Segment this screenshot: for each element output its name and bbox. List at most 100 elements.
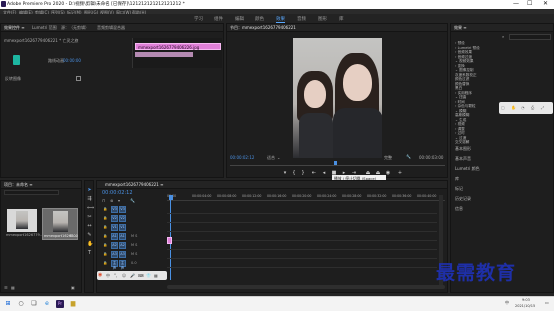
mini-timeline-clip[interactable]: mmexport1626779406226.jpg (135, 43, 221, 50)
toolbar-icon-2[interactable]: ✋ (511, 105, 516, 110)
wrench-icon[interactable]: 🔧 (406, 154, 411, 159)
invert-checkbox[interactable] (76, 76, 81, 81)
track-target-toggle[interactable]: V3 (111, 206, 118, 213)
toolbar-icon-4[interactable]: ⎙ (531, 105, 534, 110)
workspace-audio[interactable]: 音频 (297, 16, 306, 22)
quality-dropdown[interactable]: 完整 (384, 155, 392, 161)
ime-language[interactable]: 中 (505, 300, 509, 306)
tab-sequence[interactable]: mmexport1626779406221 ≡ (105, 182, 163, 187)
track-controls-label[interactable]: M S (131, 252, 137, 256)
tab-effect-controls[interactable]: 效果控件 ≡ (4, 25, 25, 31)
timeline-scrollbar[interactable] (167, 285, 445, 289)
linked-selection-icon[interactable]: ⊗ (110, 198, 113, 203)
fit-dropdown[interactable]: 适合 (267, 155, 275, 161)
track-lock-icon[interactable]: 🔒 (103, 234, 107, 238)
ime-grid-icon[interactable]: ▦ (154, 273, 158, 278)
add-marker-icon[interactable]: ▾ (282, 170, 288, 176)
clock-time[interactable]: 9:03 (522, 298, 530, 302)
track-lock-icon[interactable]: 🔒 (103, 252, 107, 256)
tab-program[interactable]: 节目：mmexport1626779406221 (230, 25, 296, 31)
premiere-taskbar-icon[interactable]: Pr (56, 300, 64, 308)
program-timecode-left[interactable]: 00:00:02:12 (230, 155, 254, 160)
explorer-icon[interactable]: ▆ (69, 300, 77, 308)
tab-lumetri-scopes[interactable]: Lumetri 范围 (32, 25, 57, 31)
clock-date[interactable]: 2021/10/15 (515, 304, 535, 308)
add-marker-timeline-icon[interactable]: ▾ (118, 198, 120, 203)
timeline-ruler[interactable]: 00:0000:00:04:0000:00:08:0000:00:12:0000… (167, 194, 445, 201)
search-taskbar-icon[interactable]: ○ (17, 300, 25, 308)
toolbar-icon-3[interactable]: ◔ (521, 105, 525, 110)
hand-tool-icon[interactable]: ✋ (87, 242, 93, 247)
timeline-timecode[interactable]: 00:00:02:12 (102, 190, 133, 196)
track-lock-icon[interactable]: 🔒 (103, 261, 107, 265)
ime-mic-icon[interactable]: 🎤 (130, 273, 135, 278)
track-target-toggle[interactable]: 主声道 (111, 260, 118, 275)
tab-audio-clip-mixer[interactable]: 音频剪辑混合器 (97, 25, 125, 31)
track-lane[interactable] (167, 249, 437, 250)
maximize-button[interactable]: ☐ (527, 0, 532, 7)
start-icon[interactable]: ⊞ (4, 300, 12, 308)
track-lane[interactable] (167, 258, 437, 259)
route-animation-value[interactable]: 00:00:00 (63, 58, 81, 63)
go-to-in-icon[interactable]: ⇤ (311, 170, 317, 176)
track-lock-icon[interactable]: 🔒 (103, 225, 107, 229)
track-name-toggle[interactable]: V1 (119, 224, 126, 231)
track-lane[interactable] (167, 231, 437, 232)
minimize-button[interactable]: — (513, 0, 519, 7)
workspace-editing[interactable]: 编辑 (235, 16, 244, 22)
workspace-graphics[interactable]: 图形 (318, 16, 327, 22)
workspace-color[interactable]: 颜色 (255, 16, 264, 22)
toolbar-icon-5[interactable]: ⤢ (541, 105, 544, 110)
list-view-icon[interactable]: ☰ (4, 285, 8, 290)
track-target-toggle[interactable]: A2 (111, 242, 118, 249)
monitor-playhead[interactable] (334, 161, 337, 165)
track-name-toggle[interactable]: V3 (119, 206, 126, 213)
track-controls-label[interactable]: M S (131, 234, 137, 238)
workspace-libraries[interactable]: 库 (339, 16, 344, 22)
edge-icon[interactable]: e (43, 300, 51, 308)
track-name-toggle[interactable]: A2 (119, 242, 126, 249)
razor-tool-icon[interactable]: ✂ (87, 215, 92, 220)
project-item-thumb-1[interactable] (7, 209, 37, 232)
track-name-toggle[interactable]: 主声道 (119, 260, 126, 275)
type-tool-icon[interactable]: T (87, 251, 92, 256)
panel-section-title[interactable]: 基本图形 (455, 146, 471, 152)
panel-section-title[interactable]: 基本声音 (455, 156, 471, 162)
track-controls-label[interactable]: 0.0 (131, 261, 137, 265)
project-item-card-2[interactable]: mmexport16267... 5:00 (42, 208, 78, 240)
mark-out-icon[interactable]: } (300, 170, 306, 176)
ime-lang-icon[interactable]: 中 (106, 273, 110, 279)
timeline-clip-v1[interactable] (167, 237, 172, 244)
mark-in-icon[interactable]: { (291, 170, 297, 176)
step-back-icon[interactable]: ◂ (321, 170, 327, 176)
tab-source[interactable]: 源：（无剪辑） (61, 25, 89, 31)
snap-icon[interactable]: ⊓ (102, 198, 105, 203)
track-target-toggle[interactable]: V1 (111, 224, 118, 231)
workspace-effects[interactable]: 效果 (276, 16, 285, 23)
track-target-toggle[interactable]: V2 (111, 215, 118, 222)
panel-section-title[interactable]: 信息 (455, 206, 463, 212)
timeline-settings-icon[interactable]: 🔧 (130, 198, 135, 203)
track-target-toggle[interactable]: A1 (111, 233, 118, 240)
track-lock-icon[interactable]: 🔒 (103, 243, 107, 247)
button-editor-icon[interactable]: + (397, 170, 403, 176)
slip-tool-icon[interactable]: ↔ (87, 224, 92, 229)
selection-tool-icon[interactable]: ➤ (87, 188, 92, 193)
track-select-tool-icon[interactable]: ⇶ (87, 197, 92, 202)
new-item-icon[interactable]: ▣ (71, 285, 75, 290)
track-lane[interactable] (167, 222, 437, 223)
track-lane[interactable] (167, 240, 437, 241)
ime-shirt-icon[interactable]: 👕 (146, 273, 151, 278)
track-name-toggle[interactable]: A1 (119, 233, 126, 240)
toolbar-icon-1[interactable]: ▢ (501, 105, 505, 110)
effects-tree-item[interactable]: 交叉溶解 (455, 140, 469, 145)
track-target-toggle[interactable]: A3 (111, 251, 118, 258)
close-button[interactable]: ✕ (543, 0, 548, 7)
icon-view-icon[interactable]: ▦ (11, 285, 15, 290)
track-lane[interactable] (167, 213, 437, 214)
tab-project[interactable]: 项目：未命名 ≡ (4, 182, 33, 188)
notification-icon[interactable]: ▭ (545, 300, 549, 305)
panel-section-title[interactable]: Lumetri 颜色 (455, 166, 480, 172)
ime-punct-icon[interactable]: °, (114, 273, 117, 278)
ime-keyboard-icon[interactable]: ⌨ (138, 273, 144, 278)
